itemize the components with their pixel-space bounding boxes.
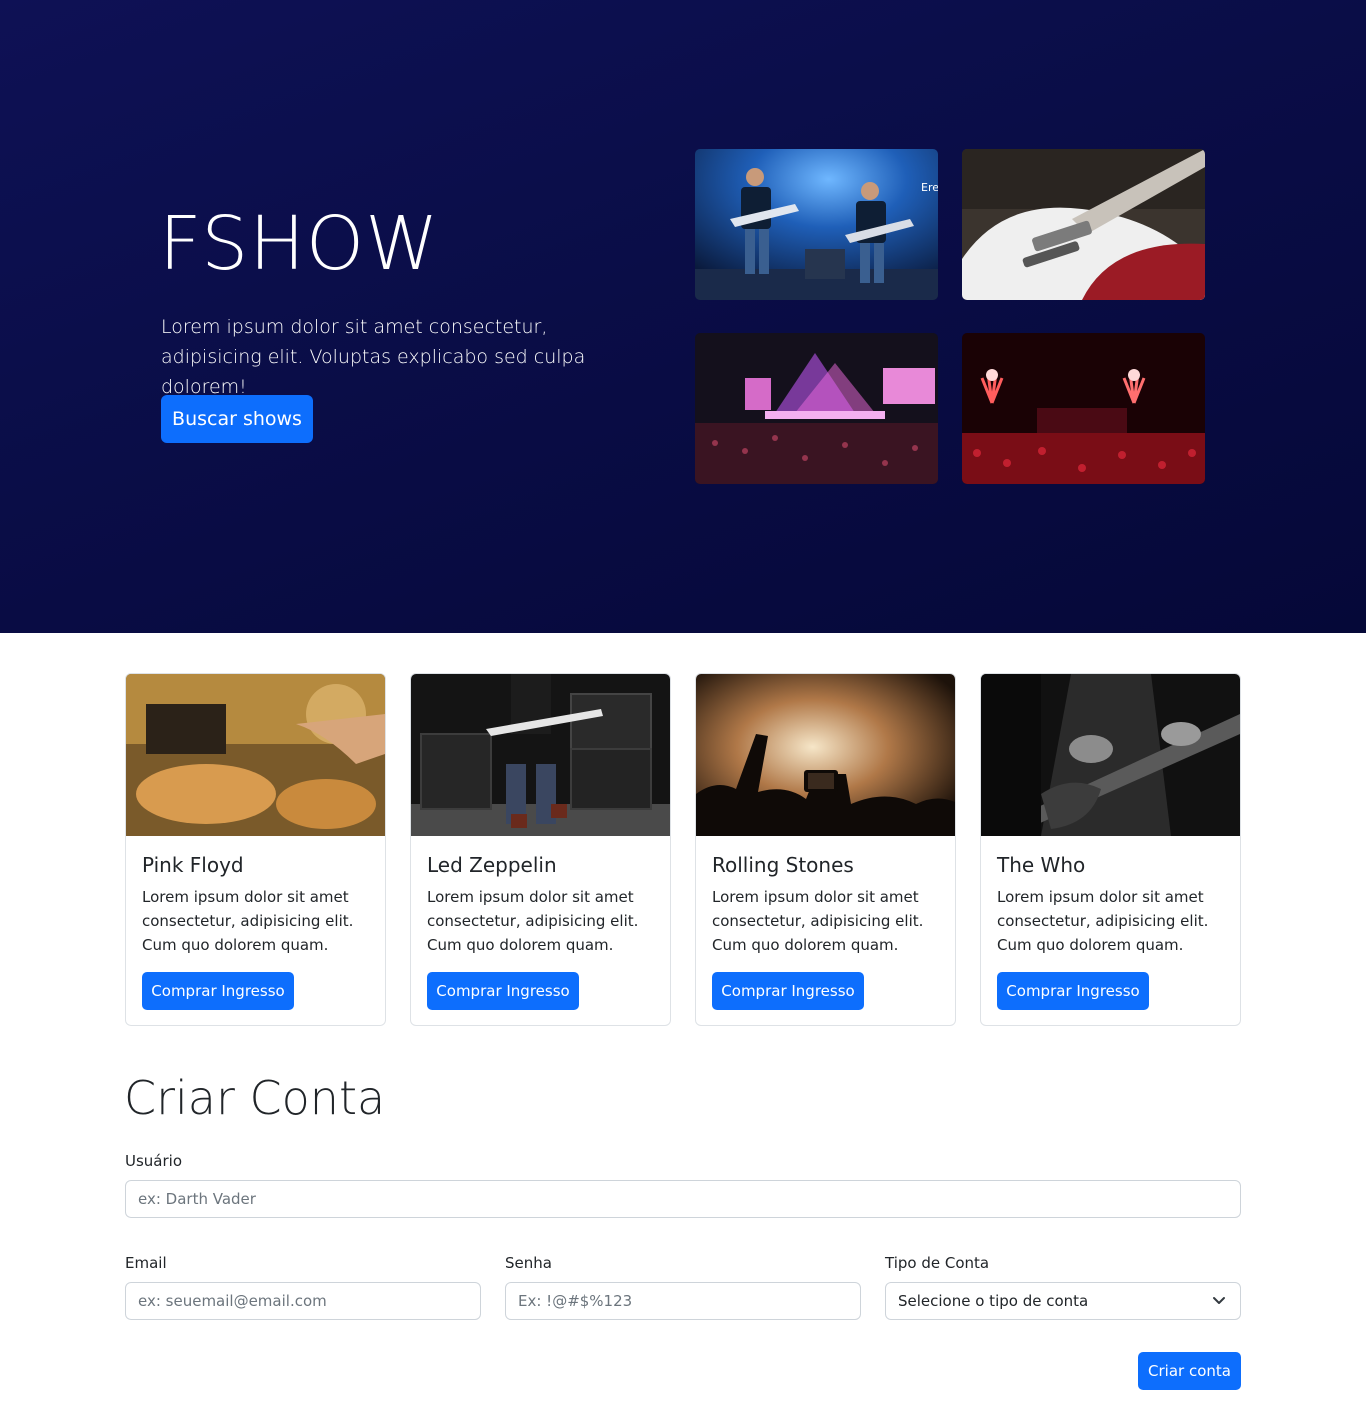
guitar-closeup-photo: [981, 674, 1240, 836]
email-label: Email: [125, 1254, 167, 1272]
card-title: Pink Floyd: [142, 853, 244, 877]
hero-section: FSHOW Lorem ipsum dolor sit amet consect…: [0, 0, 1366, 633]
card-title: Led Zeppelin: [427, 853, 557, 877]
username-label: Usuário: [125, 1152, 183, 1170]
show-card-rolling-stones: Rolling Stones Lorem ipsum dolor sit ame…: [695, 673, 956, 1026]
create-account-title: Criar Conta: [124, 1071, 386, 1125]
hero-description: Lorem ipsum dolor sit amet consectetur, …: [161, 316, 586, 398]
password-input[interactable]: [505, 1282, 861, 1320]
drummer-photo: [126, 674, 385, 836]
search-shows-button[interactable]: Buscar shows: [161, 395, 313, 443]
svg-text:Ere: Ere: [921, 181, 938, 194]
card-text: Lorem ipsum dolor sit amet consectetur, …: [142, 888, 354, 954]
account-type-selected-value: Selecione o tipo de conta: [898, 1292, 1089, 1310]
create-account-button[interactable]: Criar conta: [1138, 1352, 1241, 1390]
account-type-label: Tipo de Conta: [885, 1254, 990, 1272]
card-text: Lorem ipsum dolor sit amet consectetur, …: [997, 888, 1209, 954]
account-type-select[interactable]: Selecione o tipo de conta: [885, 1282, 1241, 1320]
username-input[interactable]: [125, 1180, 1241, 1218]
show-card-pink-floyd: Pink Floyd Lorem ipsum dolor sit amet co…: [125, 673, 386, 1026]
email-input[interactable]: [125, 1282, 481, 1320]
card-text: Lorem ipsum dolor sit amet consectetur, …: [712, 888, 924, 954]
buy-ticket-button[interactable]: Comprar Ingresso: [142, 972, 294, 1010]
fireworks-stage-photo: [962, 333, 1205, 484]
password-label: Senha: [505, 1254, 552, 1272]
crowd-hands-photo: [696, 674, 955, 836]
card-text: Lorem ipsum dolor sit amet consectetur, …: [427, 888, 639, 954]
buy-ticket-button[interactable]: Comprar Ingresso: [997, 972, 1149, 1010]
buy-ticket-button[interactable]: Comprar Ingresso: [427, 972, 579, 1010]
band-on-stage-photo: Ere: [695, 149, 938, 300]
show-card-led-zeppelin: Led Zeppelin Lorem ipsum dolor sit amet …: [410, 673, 671, 1026]
concert-crowd-photo: [695, 333, 938, 484]
chevron-down-icon: [1213, 1297, 1225, 1304]
electric-guitar-photo: [962, 149, 1205, 300]
buy-ticket-button[interactable]: Comprar Ingresso: [712, 972, 864, 1010]
guitarist-amps-photo: [411, 674, 670, 836]
show-card-the-who: The Who Lorem ipsum dolor sit amet conse…: [980, 673, 1241, 1026]
card-title: The Who: [997, 853, 1086, 877]
card-title: Rolling Stones: [712, 853, 854, 877]
hero-title: FSHOW: [159, 201, 440, 287]
